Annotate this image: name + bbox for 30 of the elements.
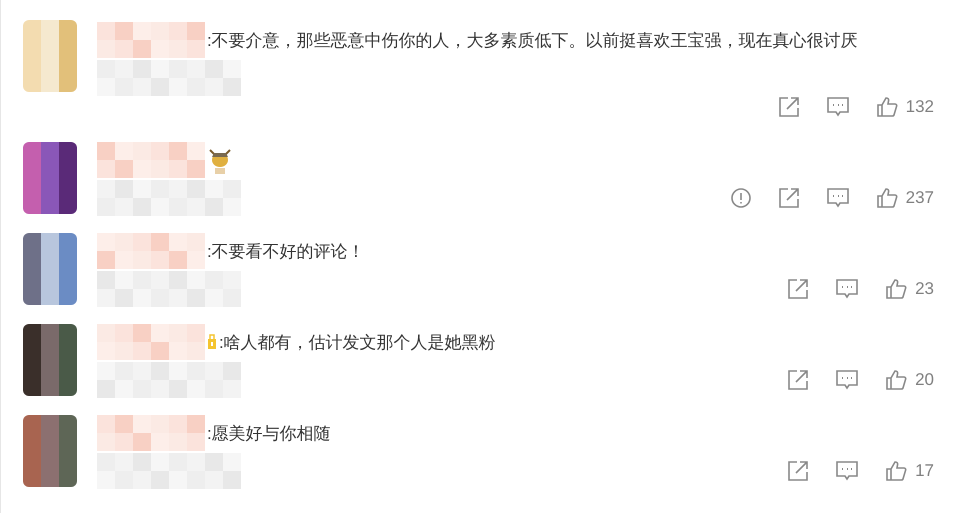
like-count: 237 bbox=[906, 188, 934, 208]
comment-text: :愿美好与你相随 bbox=[207, 422, 331, 444]
pixelated-avatar bbox=[23, 233, 77, 305]
comment-text: :不要介意，那些恶意中伤你的人，大多素质低下。以前挺喜欢王宝强，现在真心很讨厌 bbox=[207, 30, 858, 52]
warning-icon[interactable] bbox=[730, 187, 752, 209]
thumbs-up-icon[interactable] bbox=[885, 278, 908, 300]
pixelated-avatar bbox=[23, 324, 77, 396]
thumbs-up-icon[interactable] bbox=[885, 369, 908, 391]
thumbs-up-icon[interactable] bbox=[885, 460, 908, 482]
share-icon[interactable] bbox=[778, 187, 800, 209]
share-icon[interactable] bbox=[778, 96, 800, 118]
comment-icon[interactable] bbox=[826, 187, 850, 209]
thumbs-up-icon[interactable] bbox=[876, 96, 898, 118]
like-count: 23 bbox=[915, 279, 934, 299]
like-count: 132 bbox=[906, 97, 934, 117]
comment-icon[interactable] bbox=[826, 96, 850, 118]
like-count: 17 bbox=[915, 461, 934, 481]
pixelated-avatar bbox=[23, 142, 77, 214]
comment-text: :不要看不好的评论！ bbox=[207, 240, 365, 262]
thumbs-up-icon[interactable] bbox=[876, 187, 898, 209]
comment-icon[interactable] bbox=[835, 278, 860, 300]
share-icon[interactable] bbox=[787, 460, 810, 482]
pixelated-avatar bbox=[23, 415, 77, 487]
share-icon[interactable] bbox=[787, 369, 810, 391]
comment-icon[interactable] bbox=[835, 460, 860, 482]
share-icon[interactable] bbox=[787, 278, 810, 300]
comment-text: :啥人都有，估计发文那个人是她黑粉 bbox=[219, 332, 496, 354]
like-count: 20 bbox=[915, 370, 934, 390]
pixelated-avatar bbox=[23, 20, 77, 92]
comment-icon[interactable] bbox=[835, 369, 860, 391]
